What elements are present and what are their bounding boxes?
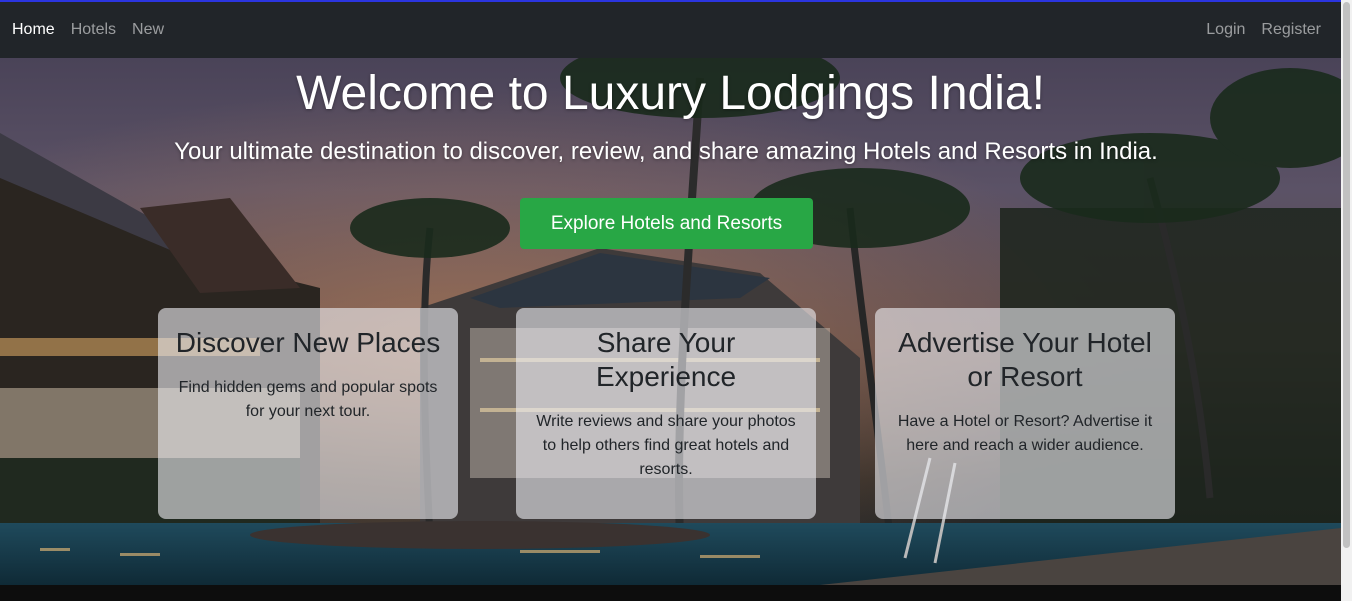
navbar: Home Hotels New Login Register [0, 2, 1341, 58]
feature-card-share: Share Your Experience Write reviews and … [516, 308, 816, 519]
hero-section: Welcome to Luxury Lodgings India! Your u… [0, 58, 1341, 585]
card-text: Find hidden gems and popular spots for y… [178, 379, 438, 420]
hero-title: Welcome to Luxury Lodgings India! [296, 67, 1045, 120]
hero-subtitle: Your ultimate destination to discover, r… [174, 138, 1158, 165]
nav-register-link[interactable]: Register [1261, 21, 1321, 39]
vertical-scrollbar[interactable] [1341, 0, 1352, 601]
feature-card-discover: Discover New Places Find hidden gems and… [158, 308, 458, 519]
nav-new-link[interactable]: New [132, 21, 164, 39]
footer-bar [0, 585, 1341, 601]
nav-hotels-link[interactable]: Hotels [71, 21, 116, 39]
card-text: Write reviews and share your photos to h… [536, 413, 796, 478]
feature-card-advertise: Advertise Your Hotel or Resort Have a Ho… [875, 308, 1175, 519]
scrollbar-thumb[interactable] [1343, 2, 1350, 548]
nav-right: Login Register [1190, 21, 1329, 39]
nav-home-link[interactable]: Home [12, 21, 55, 39]
card-title: Advertise Your Hotel or Resort [898, 327, 1152, 392]
card-title: Share Your Experience [595, 327, 737, 392]
nav-left: Home Hotels New [12, 21, 180, 39]
card-title: Discover New Places [175, 327, 441, 358]
card-text: Have a Hotel or Resort? Advertise it her… [897, 413, 1153, 454]
explore-hotels-button[interactable]: Explore Hotels and Resorts [520, 198, 813, 249]
nav-login-link[interactable]: Login [1206, 21, 1245, 39]
